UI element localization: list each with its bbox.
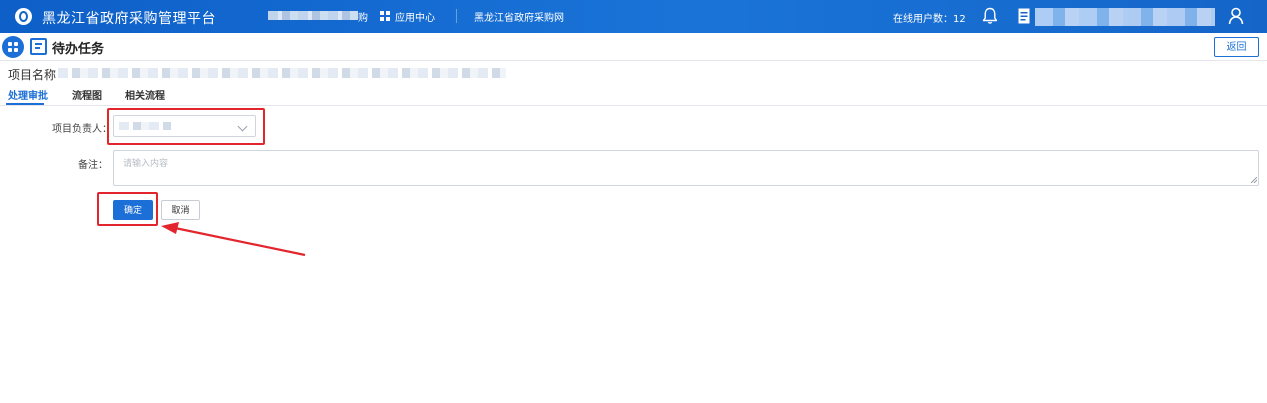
user-icon[interactable] [1228, 7, 1244, 25]
project-owner-label: 项目负责人： [52, 124, 112, 135]
back-button[interactable]: 返回 [1214, 37, 1259, 57]
username-suffix: 购 [358, 13, 368, 24]
nav-divider [456, 9, 457, 23]
document-icon[interactable] [1018, 8, 1030, 24]
tab-flowchart[interactable]: 流程图 [72, 87, 102, 102]
resize-handle-icon[interactable] [1251, 177, 1257, 183]
tab-bar: 处理审批 流程图 相关流程 [0, 87, 1267, 107]
highlight-box-owner [107, 108, 265, 145]
tab-related-flows[interactable]: 相关流程 [125, 87, 165, 102]
redacted-user-info [1035, 8, 1215, 26]
platform-title[interactable]: 黑龙江省政府采购管理平台 [42, 8, 216, 28]
app-center-link[interactable]: 应用中心 [395, 9, 435, 24]
procurement-site-link[interactable]: 黑龙江省政府采购网 [474, 9, 564, 24]
tab-approval[interactable]: 处理审批 [8, 87, 48, 102]
highlight-box-confirm [97, 192, 158, 226]
online-users-count: 在线用户数：12 [893, 14, 966, 25]
redacted-username [268, 11, 358, 20]
remark-label: 备注： [78, 160, 108, 171]
header-divider [0, 60, 1267, 61]
menu-grid-icon[interactable] [2, 36, 24, 58]
project-name-label: 项目名称 [8, 68, 57, 82]
bell-icon[interactable] [982, 7, 998, 25]
app-grid-icon[interactable] [380, 11, 390, 21]
tabs-divider [0, 105, 1267, 106]
annotation-arrow-icon [161, 222, 306, 257]
top-navbar: 黑龙江省政府采购管理平台 购 应用中心 黑龙江省政府采购网 在线用户数：12 [0, 0, 1267, 33]
remark-textarea[interactable] [113, 150, 1259, 186]
redacted-project-name [58, 68, 506, 78]
page-title: 待办任务 [52, 42, 105, 57]
task-icon [30, 38, 47, 55]
platform-logo-icon[interactable] [15, 8, 32, 25]
